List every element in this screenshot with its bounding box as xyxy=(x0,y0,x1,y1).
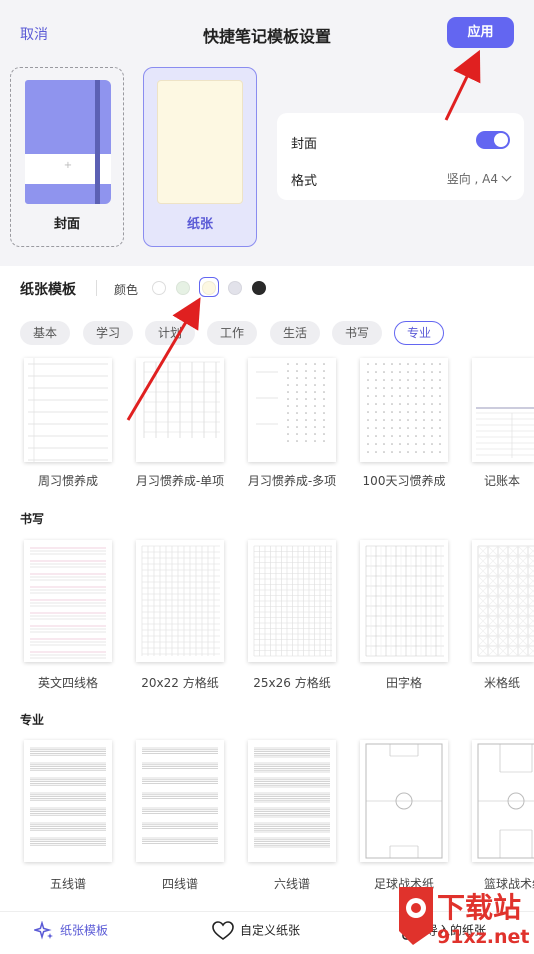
template-thumbnail[interactable] xyxy=(248,540,336,662)
paper-card[interactable]: 纸张 xyxy=(143,67,257,247)
template-pattern xyxy=(30,547,106,659)
color-label: 颜色 xyxy=(114,283,139,297)
group-title: 专业 xyxy=(20,713,45,727)
nav-label: 纸张模板 xyxy=(60,923,109,938)
cover-setting-label: 封面 xyxy=(291,137,318,152)
selected-swatch-ring xyxy=(199,277,219,297)
tab-1[interactable]: 学习 xyxy=(83,321,133,345)
template-pattern xyxy=(477,545,534,657)
template-label: 月习惯养成-单项 xyxy=(135,474,225,488)
template-label: 英文四线格 xyxy=(37,676,98,690)
paper-preview xyxy=(157,80,243,204)
template-thumbnail[interactable] xyxy=(360,740,448,862)
template-pattern xyxy=(30,747,106,846)
color-swatch[interactable] xyxy=(176,281,190,295)
template-thumbnail[interactable] xyxy=(472,540,534,662)
template-label: 20x22 方格纸 xyxy=(141,676,219,690)
watermark-logo: 下载站 91xz.net xyxy=(399,887,529,948)
watermark-title: 下载站 xyxy=(437,891,521,924)
format-select[interactable]: 竖向 , A4 xyxy=(446,170,512,187)
template-thumbnail[interactable] xyxy=(248,358,336,462)
template-label: 五线谱 xyxy=(49,877,86,891)
color-swatch[interactable] xyxy=(228,281,242,295)
template-thumbnail[interactable] xyxy=(24,358,112,462)
template-thumbnail[interactable] xyxy=(360,358,448,462)
tab-0[interactable]: 基本 xyxy=(20,321,70,345)
template-pattern xyxy=(477,743,534,859)
template-label: 记账本 xyxy=(484,474,521,488)
tab-6[interactable]: 专业 xyxy=(394,321,444,345)
tab-3[interactable]: 工作 xyxy=(207,321,257,345)
template-label: 六线谱 xyxy=(273,877,310,891)
apply-button[interactable]: 应用 xyxy=(447,17,514,48)
cover-preview: + xyxy=(25,80,111,204)
cover-strap xyxy=(95,80,100,204)
template-label: 米格纸 xyxy=(484,676,521,690)
cover-card-label: 封面 xyxy=(53,217,80,232)
top-panel: 取消 快捷笔记模板设置 应用 + 封面 纸张 封面 格式 竖向 , A4 xyxy=(0,0,534,266)
tab-2[interactable]: 计划 xyxy=(145,321,195,345)
template-thumbnail[interactable] xyxy=(360,540,448,662)
template-pattern xyxy=(365,545,444,657)
sparkle-icon xyxy=(34,921,53,940)
format-value: 竖向 , A4 xyxy=(446,172,498,186)
template-label: 周习惯养成 xyxy=(37,474,98,488)
paper-card-label: 纸张 xyxy=(186,217,213,232)
cover-toggle[interactable] xyxy=(476,131,510,149)
format-setting-row[interactable]: 格式 竖向 , A4 xyxy=(291,170,512,189)
template-label: 25x26 方格纸 xyxy=(253,676,331,690)
template-thumbnail[interactable] xyxy=(248,740,336,862)
color-swatch[interactable] xyxy=(152,281,166,295)
template-label: 田字格 xyxy=(385,676,422,690)
template-label: 100天习惯养成 xyxy=(362,474,446,488)
nav-custom-paper[interactable]: 自定义纸张 xyxy=(212,921,300,941)
template-pattern xyxy=(253,545,332,657)
template-pattern xyxy=(143,361,220,438)
template-thumbnail[interactable] xyxy=(136,740,224,862)
template-pattern xyxy=(28,358,108,462)
color-swatch[interactable] xyxy=(252,281,266,295)
template-thumbnail[interactable] xyxy=(136,358,224,462)
template-pattern xyxy=(142,747,218,844)
template-thumbnail[interactable] xyxy=(472,740,534,862)
template-thumbnail[interactable] xyxy=(136,540,224,662)
chevron-down-icon xyxy=(501,171,512,182)
template-pattern xyxy=(365,743,443,859)
template-pattern xyxy=(476,407,534,458)
template-pattern xyxy=(141,545,220,656)
template-pattern xyxy=(256,363,325,442)
tab-5[interactable]: 书写 xyxy=(332,321,382,345)
template-thumbnail[interactable] xyxy=(24,540,112,662)
watermark: 下载站 91xz.net xyxy=(393,881,534,950)
heart-icon xyxy=(212,921,234,940)
template-section-title: 纸张模板 xyxy=(20,282,76,298)
toggle-knob xyxy=(494,133,508,147)
template-thumbnail[interactable] xyxy=(24,740,112,862)
nav-label: 自定义纸张 xyxy=(240,923,301,938)
template-pattern xyxy=(367,363,441,453)
format-setting-label: 格式 xyxy=(291,174,318,189)
template-label: 月习惯养成-多项 xyxy=(247,474,337,488)
cover-card[interactable]: + 封面 xyxy=(10,67,124,247)
nav-paper-templates[interactable]: 纸张模板 xyxy=(34,921,108,941)
template-pattern xyxy=(254,747,330,848)
group-title: 书写 xyxy=(20,512,45,526)
divider xyxy=(96,280,97,296)
cover-setting-row: 封面 xyxy=(291,131,510,152)
template-label: 四线谱 xyxy=(161,877,198,891)
template-thumbnail[interactable] xyxy=(472,358,534,462)
watermark-url: 91xz.net xyxy=(437,926,529,948)
settings-panel: 封面 格式 竖向 , A4 xyxy=(277,113,524,200)
tab-4[interactable]: 生活 xyxy=(270,321,320,345)
